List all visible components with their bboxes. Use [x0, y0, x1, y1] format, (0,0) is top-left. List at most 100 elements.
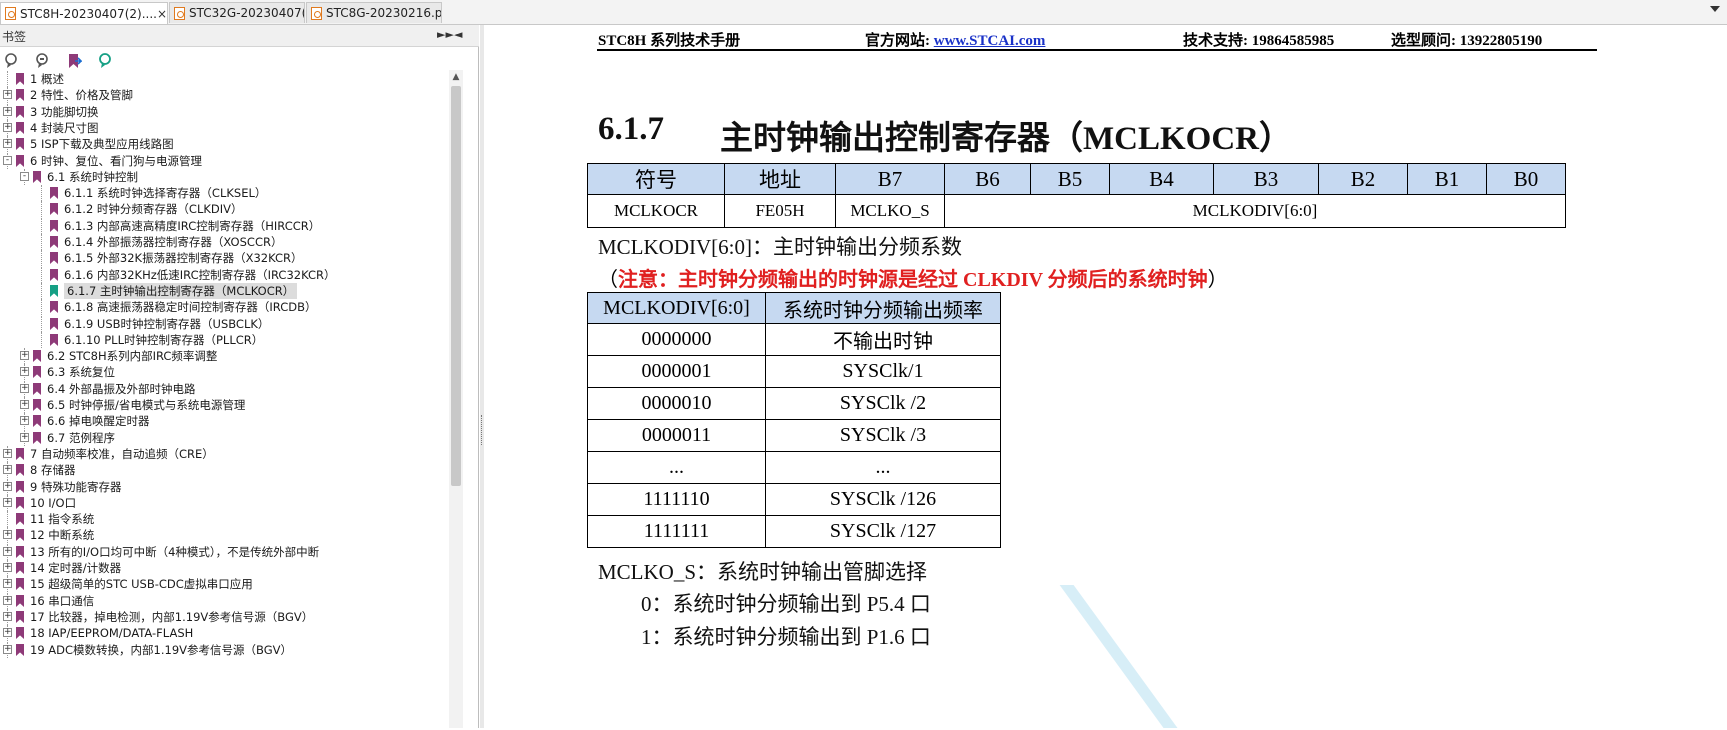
table-header: B0 [1486, 163, 1566, 195]
expand-icon[interactable]: + [3, 449, 12, 458]
expand-icon[interactable]: + [3, 90, 12, 99]
close-icon[interactable]: × [157, 7, 167, 21]
header-rule [597, 49, 1597, 51]
panel-splitter[interactable] [480, 25, 484, 728]
table-cell: MCLKO_S [835, 194, 945, 228]
bookmark-icon [16, 448, 24, 460]
expand-icon[interactable]: + [3, 645, 12, 654]
table-cell: 1111111 [587, 515, 766, 548]
table-row: MCLKOCR FE05H MCLKO_S MCLKODIV[6:0] [587, 194, 1566, 228]
bookmark-expand-icon[interactable] [4, 53, 20, 69]
table-cell: MCLKOCR [587, 194, 725, 228]
website-link[interactable]: www.STCAI.com [934, 33, 1046, 49]
bookmark-label: 14 定时器/计数器 [30, 561, 122, 575]
tab-label: STC8G-20230216.p... [326, 6, 442, 20]
bookmark-label: 6.4 外部晶振及外部时钟电路 [47, 382, 196, 396]
tab-stc32g[interactable]: STC32G-20230407(... [169, 2, 305, 23]
expand-icon[interactable]: + [3, 465, 12, 474]
expand-icon[interactable]: + [20, 416, 29, 425]
bookmark-label: 6.1.2 时钟分频寄存器（CLKDIV） [64, 202, 243, 216]
table-cell: 0000001 [587, 355, 766, 388]
collapse-icon[interactable]: - [3, 156, 12, 165]
bookmark-icon [16, 122, 24, 134]
bookmark-icon [16, 481, 24, 493]
bookmark-icon [16, 73, 24, 85]
tree-connector [41, 185, 42, 201]
table-header: B5 [1030, 163, 1110, 195]
expand-icon[interactable]: + [3, 563, 12, 572]
expand-icon[interactable]: + [20, 351, 29, 360]
bookmark-icon [16, 497, 24, 509]
chevron-down-icon[interactable] [1709, 4, 1721, 14]
bookmark-label: 15 超级简单的STC USB-CDC虚拟串口应用 [30, 577, 253, 591]
tab-stc8g[interactable]: STC8G-20230216.p... [306, 2, 442, 23]
table-header-row: 符号 地址 B7 B6 B5 B4 B3 B2 B1 B0 [587, 163, 1566, 195]
page-header: STC8H 系列技术手册 官方网站: www.STCAI.com 技术支持: 1… [598, 29, 1598, 51]
consult-phone: 选型顾问: 13922805190 [1391, 33, 1543, 49]
bookmark-label: 10 I/O口 [30, 496, 77, 510]
bookmark-icon [50, 334, 58, 346]
bookmark-panel-header: 书签 ►► ◄ [0, 25, 479, 47]
table-header-row: MCLKODIV[6:0] 系统时钟分频输出频率 [587, 292, 1001, 324]
splitter-grip[interactable] [481, 415, 484, 445]
bookmark-label: 19 ADC模数转换，内部1.19V参考信号源（BGV） [30, 643, 292, 657]
table-cell: SYSClk /127 [765, 515, 1001, 548]
table-header: 地址 [724, 163, 836, 195]
expand-icon[interactable]: + [3, 547, 12, 556]
pdf-page: STC8H 系列技术手册 官方网站: www.STCAI.com 技术支持: 1… [485, 25, 1727, 728]
pdf-file-icon [311, 6, 322, 20]
table-cell: SYSClk /3 [765, 419, 1001, 452]
expand-icon[interactable]: + [3, 139, 12, 148]
bookmark-label: 5 ISP下载及典型应用线路图 [30, 137, 174, 151]
bookmark-label: 6.1.5 外部32K振荡器控制寄存器（X32KCR） [64, 251, 303, 265]
bookmark-label: 18 IAP/EEPROM/DATA-FLASH [30, 626, 194, 640]
section-number: 6.1.7 [598, 111, 664, 147]
bookmark-collapse-icon[interactable] [35, 53, 51, 69]
bookmark-label: 6.1.4 外部振荡器控制寄存器（XOSCCR） [64, 235, 283, 249]
tab-stc8h[interactable]: STC8H-20230407(2).... × [0, 2, 168, 24]
table-row: 0000001 SYSClk/1 [587, 355, 1001, 388]
table-cell: MCLKODIV[6:0] [944, 194, 1566, 228]
bookmark-icon [16, 627, 24, 639]
expand-icon[interactable]: + [20, 433, 29, 442]
table-header: B3 [1213, 163, 1319, 195]
expand-icon[interactable]: + [3, 498, 12, 507]
expand-icon[interactable]: + [20, 367, 29, 376]
table-header: B6 [944, 163, 1031, 195]
collapse-icon[interactable]: - [20, 172, 29, 181]
table-cell: FE05H [724, 194, 836, 228]
bookmark-icon [33, 415, 41, 427]
expand-icon[interactable]: + [3, 123, 12, 132]
bookmark-tree: 1 概述 +2 特性、价格及管脚 +3 功能脚切换 +4 封装尺寸图 +5 ISP下载及… [0, 70, 465, 730]
bookmark-label: 6.2 STC8H系列内部IRC频率调整 [47, 349, 218, 363]
expand-icon[interactable]: + [20, 384, 29, 393]
scroll-up-icon[interactable]: ▲ [449, 72, 463, 82]
bookmark-icon [50, 318, 58, 330]
note-text: 注意：主时钟分频输出的时钟源是经过 CLKDIV 分频后的系统时钟 [618, 269, 1208, 291]
bookmark-label: 6.1.3 内部高速高精度IRC控制寄存器（HIRCCR） [64, 219, 321, 233]
expand-icon[interactable]: + [3, 107, 12, 116]
expand-panel-icon[interactable]: ►► [437, 28, 454, 41]
bookmark-label: 17 比较器，掉电检测，内部1.19V参考信号源（BGV） [30, 610, 314, 624]
expand-icon[interactable]: + [3, 579, 12, 588]
expand-icon[interactable]: + [20, 400, 29, 409]
expand-icon[interactable]: + [3, 612, 12, 621]
expand-icon[interactable]: + [3, 596, 12, 605]
table-cell: 1111110 [587, 483, 766, 516]
expand-icon[interactable]: + [3, 482, 12, 491]
bookmark-goto-icon[interactable] [66, 53, 82, 69]
note-close: ） [1207, 269, 1228, 291]
table-cell: 不输出时钟 [765, 323, 1001, 356]
tree-connector [7, 511, 8, 527]
scrollbar-thumb[interactable] [451, 86, 461, 486]
expand-icon[interactable]: + [3, 628, 12, 637]
bookmark-icon [33, 383, 41, 395]
bookmark-find-icon[interactable] [98, 53, 114, 69]
bookmark-label: 1 概述 [30, 72, 64, 86]
expand-icon[interactable]: + [3, 530, 12, 539]
tree-connector [41, 316, 42, 332]
sidebar-scrollbar[interactable]: ▲ [449, 70, 463, 728]
collapse-panel-icon[interactable]: ◄ [454, 28, 462, 41]
tree-connector [41, 234, 42, 250]
bookmark-icon [33, 399, 41, 411]
